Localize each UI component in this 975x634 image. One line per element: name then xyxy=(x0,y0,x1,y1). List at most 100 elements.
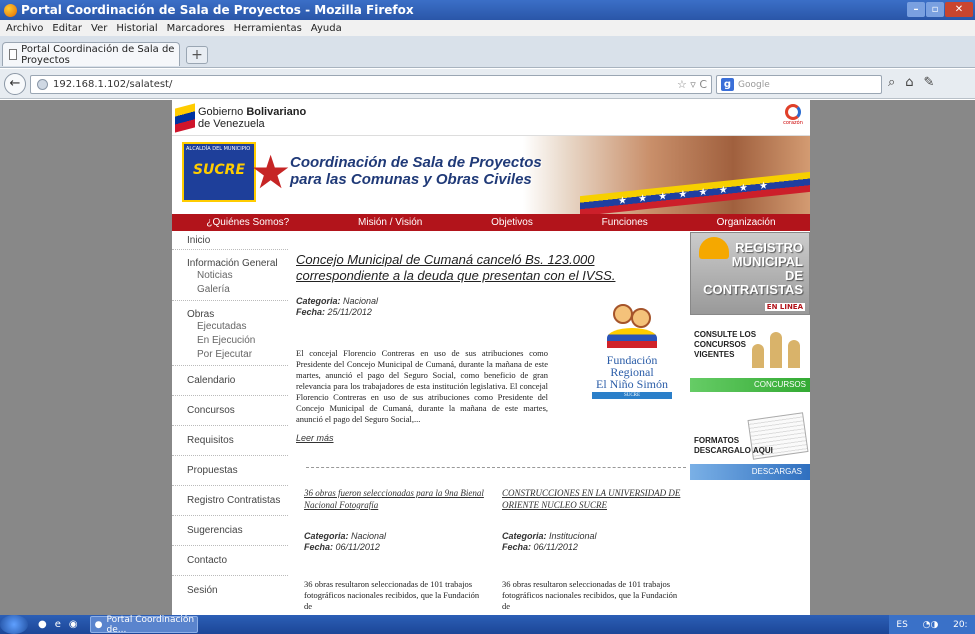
firefox-icon xyxy=(4,3,17,17)
leftnav-calendario[interactable]: Calendario xyxy=(172,366,288,396)
banner: ALCALDÍA DEL MUNICIPIO SUCRE ★ Coordinac… xyxy=(172,136,810,214)
leftnav-info-general-group: Información General Noticias Galería xyxy=(172,250,288,301)
corazon-text: corazón xyxy=(783,120,803,126)
concursos-banner[interactable]: CONSULTE LOS CONCURSOS VIGENTES CONCURSO… xyxy=(690,324,810,396)
small-article-meta: Categoria: Institucional Fecha: 06/11/20… xyxy=(502,531,687,553)
fecha-value: 06/11/2012 xyxy=(533,542,578,552)
nav-mision-vision[interactable]: Misión / Visión xyxy=(358,217,422,228)
banner-title-line1: Coordinación de Sala de Proyectos xyxy=(290,154,542,171)
small-article-meta: Categoria: Nacional Fecha: 06/11/2012 xyxy=(304,531,489,553)
menu-archivo[interactable]: Archivo xyxy=(6,23,43,34)
tab-portal[interactable]: Portal Coordinación de Sala de Proyectos xyxy=(2,42,180,66)
menu-herramientas[interactable]: Herramientas xyxy=(234,23,302,34)
menu-ver[interactable]: Ver xyxy=(91,23,107,34)
kid-face-icon xyxy=(631,308,651,328)
formatos-text: FORMATOS DESCARGALO AQUI xyxy=(694,436,773,456)
minimize-button[interactable]: – xyxy=(907,2,925,17)
corazon-logo: corazón xyxy=(780,104,806,130)
menu-marcadores[interactable]: Marcadores xyxy=(167,23,225,34)
small-article-2: CONSTRUCCIONES EN LA UNIVERSIDAD DE ORIE… xyxy=(502,487,687,612)
nav-quienes-somos[interactable]: ¿Quiénes Somos? xyxy=(206,217,289,228)
small-article-title[interactable]: CONSTRUCCIONES EN LA UNIVERSIDAD DE ORIE… xyxy=(502,487,687,511)
leftnav-inicio[interactable]: Inicio xyxy=(172,232,288,250)
categoria-label: Categoria: xyxy=(502,531,547,541)
registro-line: CONTRATISTAS xyxy=(703,282,803,297)
google-icon[interactable]: g xyxy=(721,78,734,91)
leftnav-por-ejecutar[interactable]: Por Ejecutar xyxy=(187,348,288,362)
fecha-label: Fecha: xyxy=(502,542,532,552)
tray-icons[interactable]: ◔◑ xyxy=(923,620,939,630)
gov-header: Gobierno Bolivariano de Venezuela corazó… xyxy=(172,100,810,136)
leftnav-info-general[interactable]: Información General xyxy=(187,258,288,269)
registro-line: MUNICIPAL xyxy=(731,254,803,269)
search-icon[interactable]: ⌕ xyxy=(888,75,895,90)
read-more-link[interactable]: Leer más xyxy=(296,433,686,443)
leftnav-sugerencias[interactable]: Sugerencias xyxy=(172,516,288,546)
site-identity-icon[interactable] xyxy=(37,79,48,90)
categoria-label: Categoria: xyxy=(304,531,349,541)
maximize-button[interactable]: ▫ xyxy=(926,2,944,17)
nav-icons: ⌕ ⌂ ✎ xyxy=(888,75,934,90)
leftnav-contacto[interactable]: Contacto xyxy=(172,546,288,576)
home-icon[interactable]: ⌂ xyxy=(905,75,913,90)
leftnav-galeria[interactable]: Galería xyxy=(187,283,288,297)
leftnav-concursos[interactable]: Concursos xyxy=(172,396,288,426)
new-tab-button[interactable]: + xyxy=(186,46,208,64)
menu-historial[interactable]: Historial xyxy=(116,23,157,34)
back-button[interactable]: ← xyxy=(4,73,26,95)
menu-editar[interactable]: Editar xyxy=(52,23,82,34)
descargas-banner[interactable]: FORMATOS DESCARGALO AQUI DESCARGAS xyxy=(690,412,810,482)
site-container: Gobierno Bolivariano de Venezuela corazó… xyxy=(172,100,810,615)
nav-funciones[interactable]: Funciones xyxy=(602,217,648,228)
leftnav-ejecutadas[interactable]: Ejecutadas xyxy=(187,320,288,334)
url-bar[interactable]: 192.168.1.102/salatest/ ☆ ▿ C xyxy=(30,75,712,94)
article-title[interactable]: Concejo Municipal de Cumaná canceló Bs. … xyxy=(296,252,686,284)
registro-contratistas-banner[interactable]: REGISTRO MUNICIPAL DE CONTRATISTAS EN LI… xyxy=(690,232,810,315)
fundacion-name: Fundación Regional El Niño Simón xyxy=(586,354,678,390)
categoria-value: Nacional xyxy=(351,531,387,541)
leftnav-registro-contratistas[interactable]: Registro Contratistas xyxy=(172,486,288,516)
ie-quicklaunch-icon[interactable]: e xyxy=(55,619,61,630)
url-actions[interactable]: ☆ ▿ C xyxy=(677,78,707,91)
people-icon xyxy=(752,328,802,368)
chrome-quicklaunch-icon[interactable]: ◉ xyxy=(69,619,78,630)
firefox-icon: ● xyxy=(94,619,103,630)
taskbar-task-firefox[interactable]: ● Portal Coordinación de... xyxy=(89,615,198,634)
gov-name: Gobierno Bolivariano de Venezuela xyxy=(198,106,306,130)
page-viewport[interactable]: Gobierno Bolivariano de Venezuela corazó… xyxy=(0,100,975,615)
leftnav-en-ejecucion[interactable]: En Ejecución xyxy=(187,334,288,348)
leftnav-sesion[interactable]: Sesión xyxy=(172,576,288,605)
article-area: Concejo Municipal de Cumaná canceló Bs. … xyxy=(296,232,686,615)
categoria-label: Categoria: xyxy=(296,296,341,306)
leftnav-noticias[interactable]: Noticias xyxy=(187,269,288,283)
small-article-title[interactable]: 36 obras fueron seleccionadas para la 9n… xyxy=(304,487,489,511)
en-linea-badge: EN LINEA xyxy=(764,303,805,311)
language-indicator[interactable]: ES xyxy=(896,620,907,630)
leftnav-obras[interactable]: Obras xyxy=(187,309,288,320)
clock[interactable]: 20: xyxy=(953,620,967,630)
corazon-icon xyxy=(785,104,801,120)
search-bar[interactable]: g Google xyxy=(716,75,882,94)
system-tray: ES ◔◑ 20: xyxy=(889,615,975,634)
window-controls: – ▫ ✕ xyxy=(907,2,973,17)
page-icon xyxy=(9,49,18,60)
fecha-value: 06/11/2012 xyxy=(335,542,380,552)
addon-icon[interactable]: ✎ xyxy=(924,75,935,90)
nav-organizacion[interactable]: Organización xyxy=(717,217,776,228)
fundacion-line2: El Niño Simón xyxy=(595,377,668,391)
firefox-quicklaunch-icon[interactable]: ● xyxy=(38,619,47,630)
kid-face-icon xyxy=(613,304,633,324)
leftnav-requisitos[interactable]: Requisitos xyxy=(172,426,288,456)
fundacion-line1: Fundación Regional xyxy=(606,353,658,379)
fundacion-logo[interactable]: Fundación Regional El Niño Simón SUCRE xyxy=(586,300,678,418)
leftnav-obras-group: Obras Ejecutadas En Ejecución Por Ejecut… xyxy=(172,301,288,366)
start-button[interactable] xyxy=(0,615,28,634)
venezuela-flag-icon xyxy=(175,103,195,133)
nav-objetivos[interactable]: Objetivos xyxy=(491,217,533,228)
menu-ayuda[interactable]: Ayuda xyxy=(311,23,342,34)
right-sidebar: REGISTRO MUNICIPAL DE CONTRATISTAS EN LI… xyxy=(690,232,810,615)
menubar: Archivo Editar Ver Historial Marcadores … xyxy=(0,20,975,36)
main-nav: ¿Quiénes Somos? Misión / Visión Objetivo… xyxy=(172,214,810,231)
close-button[interactable]: ✕ xyxy=(945,2,973,17)
leftnav-propuestas[interactable]: Propuestas xyxy=(172,456,288,486)
